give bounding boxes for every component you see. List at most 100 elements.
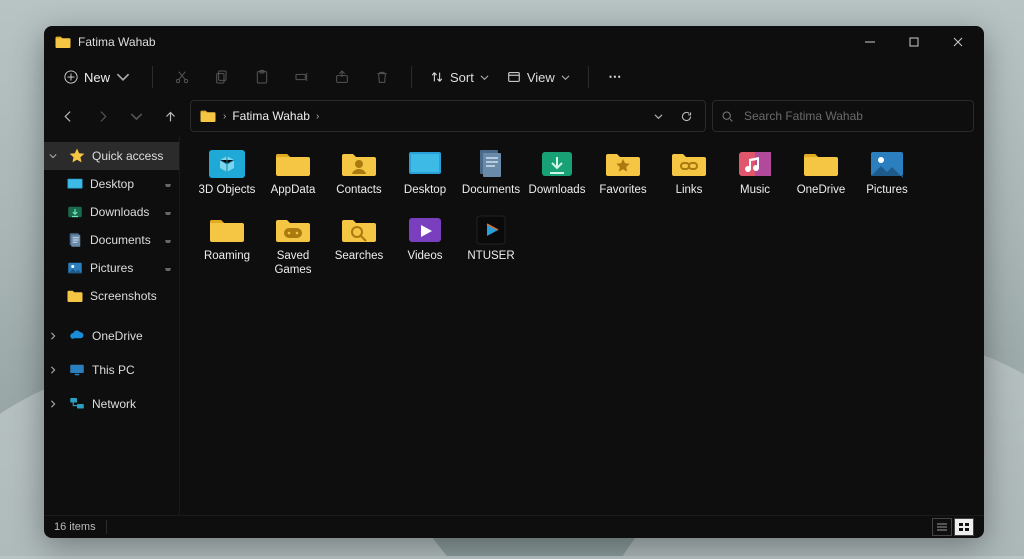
search-box[interactable] bbox=[712, 100, 974, 132]
pictures-folder-icon bbox=[867, 146, 907, 180]
cut-button[interactable] bbox=[165, 63, 199, 91]
copy-button[interactable] bbox=[205, 63, 239, 91]
sidebar-item-label: Network bbox=[92, 397, 173, 411]
desktop-folder-icon bbox=[405, 146, 445, 180]
folder-item[interactable]: AppData bbox=[262, 146, 324, 198]
documents-folder-icon bbox=[471, 146, 511, 180]
item-label: Contacts bbox=[336, 184, 381, 198]
folder-icon bbox=[66, 287, 84, 305]
icons-view-button[interactable] bbox=[954, 518, 974, 536]
details-view-button[interactable] bbox=[932, 518, 952, 536]
chevron-right-icon[interactable] bbox=[44, 366, 62, 374]
star-icon bbox=[68, 147, 86, 165]
sidebar-item-documents[interactable]: Documents bbox=[44, 226, 179, 254]
chevron-down-icon[interactable] bbox=[44, 152, 62, 160]
delete-button[interactable] bbox=[365, 63, 399, 91]
sort-button[interactable]: Sort bbox=[424, 66, 495, 89]
toolbar-divider bbox=[411, 66, 412, 88]
more-button[interactable]: ⋯ bbox=[601, 63, 631, 91]
breadcrumb-segment[interactable]: Fatima Wahab bbox=[232, 109, 310, 123]
folder-item[interactable]: Music bbox=[724, 146, 786, 198]
sidebar-item-this-pc[interactable]: This PC bbox=[44, 356, 179, 384]
close-button[interactable] bbox=[936, 26, 980, 58]
item-label: Music bbox=[740, 184, 770, 198]
address-folder-icon bbox=[199, 107, 217, 125]
view-mode-toggle bbox=[932, 518, 974, 536]
breadcrumb-sep-icon[interactable]: › bbox=[223, 111, 226, 122]
content-pane[interactable]: 3D Objects AppData Contacts Desktop Docu… bbox=[180, 136, 984, 515]
item-label: Links bbox=[676, 184, 703, 198]
item-label: Favorites bbox=[599, 184, 646, 198]
rename-button[interactable] bbox=[285, 63, 319, 91]
folder-item[interactable]: Desktop bbox=[394, 146, 456, 198]
folder-icon bbox=[207, 212, 247, 246]
item-label: Desktop bbox=[404, 184, 446, 198]
folder-item[interactable]: Favorites bbox=[592, 146, 654, 198]
new-button[interactable]: New bbox=[54, 66, 140, 89]
videos-folder-icon bbox=[405, 212, 445, 246]
documents-icon bbox=[66, 231, 84, 249]
folder-item[interactable]: Videos bbox=[394, 212, 456, 278]
chevron-right-icon[interactable] bbox=[44, 400, 62, 408]
chevron-right-icon[interactable] bbox=[44, 332, 62, 340]
sidebar-item-screenshots[interactable]: Screenshots bbox=[44, 282, 179, 310]
sidebar-item-quick-access[interactable]: Quick access bbox=[44, 142, 179, 170]
folder-item[interactable]: 3D Objects bbox=[196, 146, 258, 198]
status-item-count: 16 items bbox=[54, 521, 96, 533]
sidebar-item-label: Downloads bbox=[90, 205, 157, 219]
window-folder-icon bbox=[54, 33, 72, 51]
command-bar: New Sort View ⋯ bbox=[44, 58, 984, 96]
recent-dropdown[interactable] bbox=[122, 101, 150, 131]
sidebar-item-network[interactable]: Network bbox=[44, 390, 179, 418]
folder-item[interactable]: Contacts bbox=[328, 146, 390, 198]
pin-icon bbox=[163, 233, 173, 248]
toolbar-divider bbox=[588, 66, 589, 88]
favorites-folder-icon bbox=[603, 146, 643, 180]
folder-item[interactable]: Searches bbox=[328, 212, 390, 278]
folder-item[interactable]: Saved Games bbox=[262, 212, 324, 278]
items-grid: 3D Objects AppData Contacts Desktop Docu… bbox=[194, 146, 978, 291]
item-label: OneDrive bbox=[797, 184, 846, 198]
onedrive-icon bbox=[68, 327, 86, 345]
item-label: Downloads bbox=[529, 184, 586, 198]
folder-icon bbox=[273, 146, 313, 180]
up-button[interactable] bbox=[156, 101, 184, 131]
breadcrumb-sep-icon[interactable]: › bbox=[316, 111, 319, 122]
sidebar-item-desktop[interactable]: Desktop bbox=[44, 170, 179, 198]
titlebar: Fatima Wahab bbox=[44, 26, 984, 58]
item-label: NTUSER bbox=[467, 250, 514, 264]
item-label: AppData bbox=[271, 184, 316, 198]
network-icon bbox=[68, 395, 86, 413]
address-history-button[interactable] bbox=[647, 112, 669, 121]
sidebar-item-label: This PC bbox=[92, 363, 173, 377]
forward-button[interactable] bbox=[88, 101, 116, 131]
maximize-button[interactable] bbox=[892, 26, 936, 58]
folder-item[interactable]: Links bbox=[658, 146, 720, 198]
refresh-button[interactable] bbox=[675, 110, 697, 123]
search-input[interactable] bbox=[742, 108, 965, 124]
back-button[interactable] bbox=[54, 101, 82, 131]
file-item[interactable]: NTUSER bbox=[460, 212, 522, 278]
sidebar-item-onedrive[interactable]: OneDrive bbox=[44, 322, 179, 350]
folder-item[interactable]: Documents bbox=[460, 146, 522, 198]
folder-item[interactable]: Downloads bbox=[526, 146, 588, 198]
item-label: Pictures bbox=[866, 184, 908, 198]
pictures-icon bbox=[66, 259, 84, 277]
sidebar-item-downloads[interactable]: Downloads bbox=[44, 198, 179, 226]
address-bar[interactable]: › Fatima Wahab › bbox=[190, 100, 706, 132]
folder-item[interactable]: OneDrive bbox=[790, 146, 852, 198]
sort-button-label: Sort bbox=[450, 70, 474, 85]
paste-button[interactable] bbox=[245, 63, 279, 91]
item-label: Searches bbox=[335, 250, 384, 264]
minimize-button[interactable] bbox=[848, 26, 892, 58]
view-button[interactable]: View bbox=[501, 66, 576, 89]
navigation-bar: › Fatima Wahab › bbox=[44, 96, 984, 136]
sidebar-item-label: Quick access bbox=[92, 149, 173, 163]
saved-games-folder-icon bbox=[273, 212, 313, 246]
folder-item[interactable]: Pictures bbox=[856, 146, 918, 198]
sidebar-item-label: Pictures bbox=[90, 261, 157, 275]
share-button[interactable] bbox=[325, 63, 359, 91]
item-label: 3D Objects bbox=[199, 184, 256, 198]
sidebar-item-pictures[interactable]: Pictures bbox=[44, 254, 179, 282]
folder-item[interactable]: Roaming bbox=[196, 212, 258, 278]
